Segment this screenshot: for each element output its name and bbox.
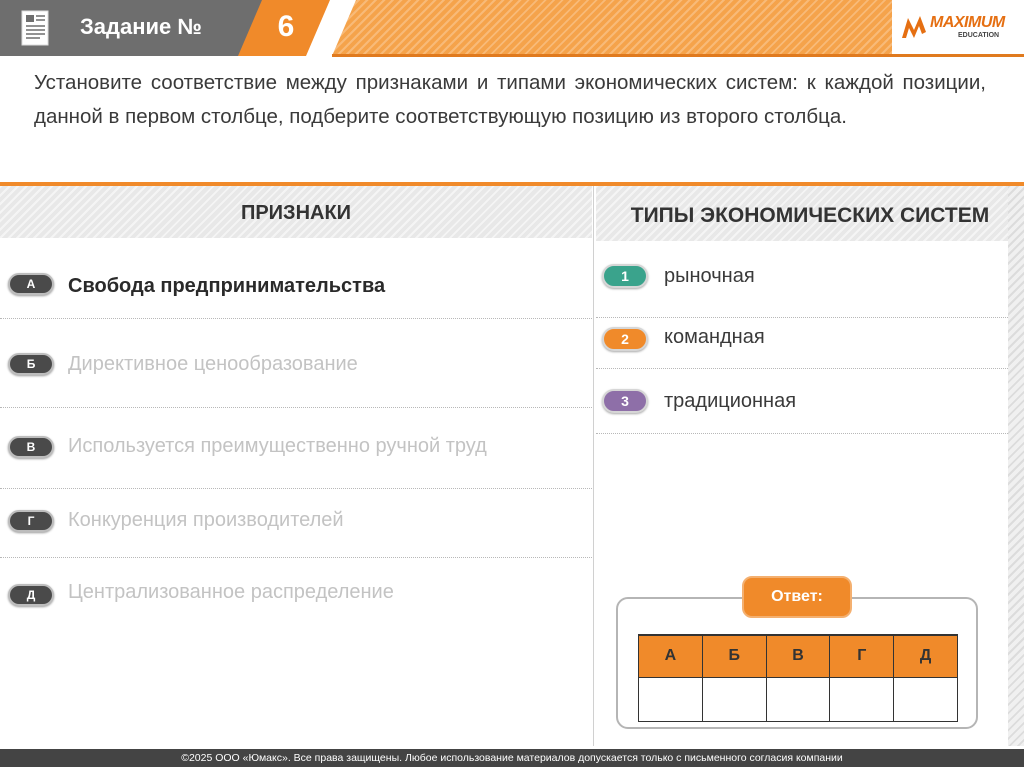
answer-header-g: Г xyxy=(829,634,895,678)
type-text: традиционная xyxy=(664,390,797,412)
type-number-badge: 1 xyxy=(602,264,648,288)
feature-text: Свобода предпринимательства xyxy=(68,275,386,297)
answer-cell-b[interactable] xyxy=(701,677,767,722)
answer-cell-g[interactable] xyxy=(829,677,895,722)
maximum-logo: MAXIMUM EDUCATION xyxy=(900,10,1018,46)
type-text: рыночная xyxy=(664,265,755,287)
header-underline xyxy=(332,54,1024,57)
question-text: Установите соответствие между признаками… xyxy=(34,71,986,128)
feature-text: Централизованное распределение xyxy=(68,581,394,603)
feature-row-a[interactable]: А Свобода предпринимательства xyxy=(0,242,592,319)
type-row-3[interactable]: 3 традиционная xyxy=(596,370,1008,434)
answer-header-v: В xyxy=(765,634,831,678)
features-column-header: ПРИЗНАКИ xyxy=(0,186,592,238)
answer-cell-a[interactable] xyxy=(638,677,703,722)
logo-subtext: EDUCATION xyxy=(958,32,1000,39)
feature-letter-badge: Г xyxy=(8,510,54,532)
document-icon xyxy=(21,10,49,46)
feature-row-b[interactable]: Б Директивное ценообразование xyxy=(0,320,592,408)
features-column-title: ПРИЗНАКИ xyxy=(240,202,352,224)
type-row-1[interactable]: 1 рыночная xyxy=(596,242,1008,318)
header-stripe xyxy=(332,0,892,56)
column-divider xyxy=(593,186,594,746)
feature-text: Конкуренция производителей xyxy=(68,509,344,531)
answer-header-b: Б xyxy=(701,634,767,678)
feature-letter-badge: А xyxy=(8,273,54,295)
answer-cell-v[interactable] xyxy=(765,677,831,722)
feature-text: Используется преимущественно ручной труд xyxy=(68,435,487,457)
type-text: командная xyxy=(664,326,765,348)
type-number-badge: 2 xyxy=(602,327,648,351)
type-number-badge: 3 xyxy=(602,389,648,413)
answer-header-a: А xyxy=(638,634,703,678)
feature-text: Директивное ценообразование xyxy=(68,353,358,375)
feature-letter-badge: В xyxy=(8,436,54,458)
types-column-title: ТИПЫ ЭКОНОМИЧЕСКИХ СИСТЕМ xyxy=(630,204,990,227)
answer-table: А Б В Г Д xyxy=(638,634,958,722)
feature-row-g[interactable]: Г Конкуренция производителей xyxy=(0,490,592,558)
header-bar: Задание № 6 MAXIMUM EDUCATION xyxy=(0,0,1024,57)
answer-button[interactable]: Ответ: xyxy=(742,576,852,618)
answer-cell-d[interactable] xyxy=(893,677,958,722)
logo-mark-icon xyxy=(902,16,926,38)
types-column-header: ТИПЫ ЭКОНОМИЧЕСКИХ СИСТЕМ xyxy=(596,186,1024,241)
feature-letter-badge: Д xyxy=(8,584,54,606)
task-title: Задание № xyxy=(80,14,202,39)
type-row-2[interactable]: 2 командная xyxy=(596,319,1008,369)
copyright-footer: ©2025 ООО «Юмакс». Все права защищены. Л… xyxy=(0,749,1024,767)
right-edge-stripe xyxy=(1008,186,1024,746)
feature-letter-badge: Б xyxy=(8,353,54,375)
logo-text: MAXIMUM xyxy=(930,14,1005,31)
feature-row-v[interactable]: В Используется преимущественно ручной тр… xyxy=(0,409,592,489)
task-number: 6 xyxy=(277,10,295,43)
feature-row-d[interactable]: Д Централизованное распределение xyxy=(0,559,592,629)
answer-header-d: Д xyxy=(893,634,958,678)
